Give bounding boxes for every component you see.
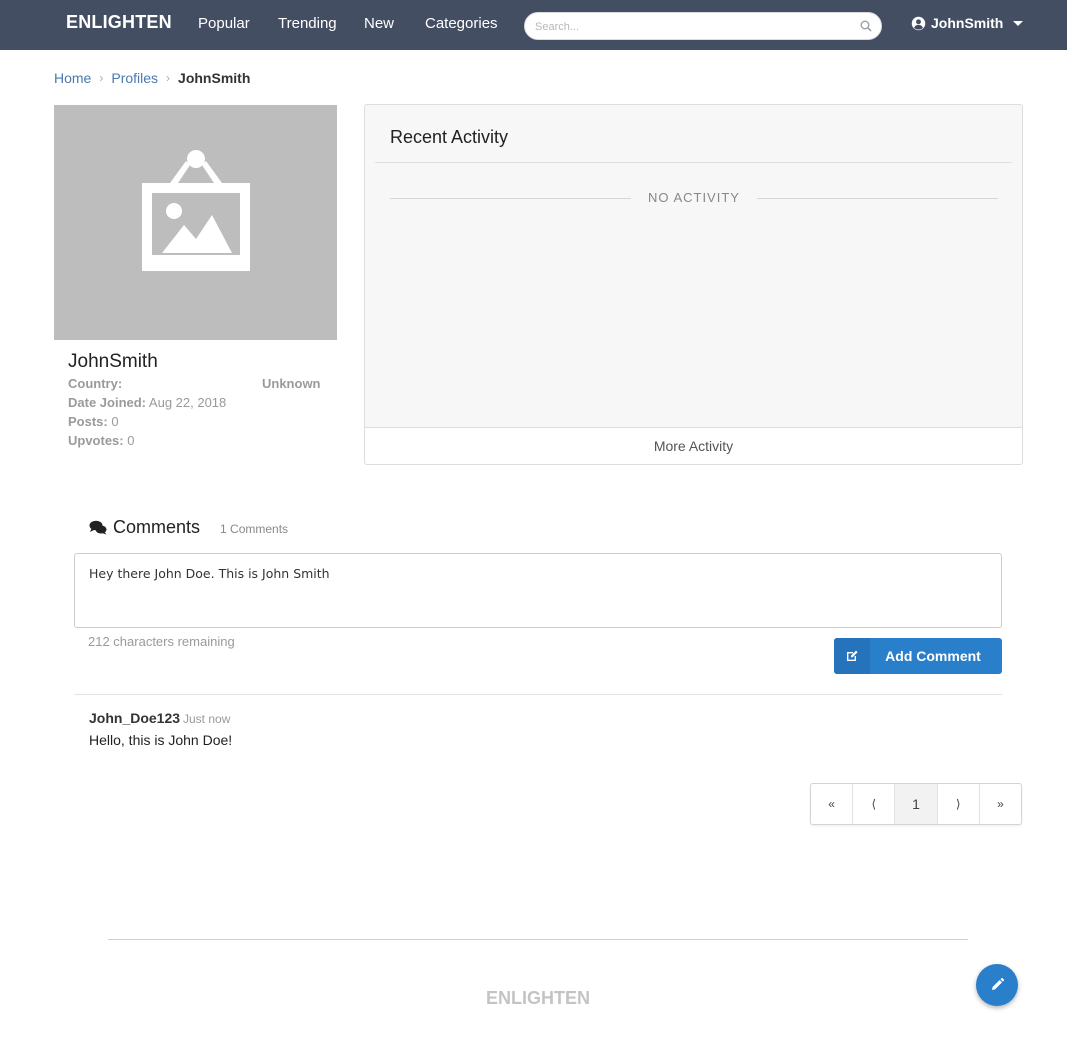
divider: [74, 694, 1002, 695]
nav-trending[interactable]: Trending: [278, 15, 337, 32]
nav-categories[interactable]: Categories: [425, 15, 498, 32]
no-activity-divider: NO ACTIVITY: [390, 190, 998, 206]
comment-time: Just now: [183, 712, 231, 726]
recent-activity-title: Recent Activity: [390, 127, 509, 147]
search-box: [524, 12, 882, 40]
date-joined-value: Aug 22, 2018: [148, 395, 227, 410]
user-menu-name: JohnSmith: [931, 15, 1004, 31]
comments-title: Comments: [113, 517, 201, 537]
profile-posts: Posts: 0: [68, 414, 119, 429]
add-comment-button[interactable]: Add Comment: [834, 638, 1002, 674]
breadcrumb: Home › Profiles › JohnSmith: [54, 70, 250, 86]
divider: [375, 162, 1012, 163]
characters-remaining: 212 characters remaining: [88, 634, 235, 649]
comments-count: 1 Comments: [220, 522, 289, 536]
search-input[interactable]: [535, 18, 855, 35]
posts-label: Posts:: [68, 414, 108, 429]
profile-date-joined: Date Joined: Aug 22, 2018: [68, 395, 226, 410]
breadcrumb-separator-icon: ›: [99, 71, 104, 85]
comments-icon: [89, 520, 107, 535]
upvotes-label: Upvotes:: [68, 433, 124, 448]
profile-upvotes: Upvotes: 0: [68, 433, 134, 448]
pagination-last[interactable]: »: [980, 784, 1021, 824]
search-icon[interactable]: [859, 19, 873, 33]
pagination-first[interactable]: «: [811, 784, 854, 824]
nav-popular[interactable]: Popular: [198, 15, 250, 32]
chevron-down-icon: [1013, 20, 1024, 26]
footer-brand: ENLIGHTEN: [485, 988, 590, 1008]
edit-icon: [834, 638, 870, 674]
date-joined-label: Date Joined:: [68, 395, 147, 410]
upvotes-value: 0: [127, 433, 135, 448]
user-circle-icon: [911, 16, 926, 30]
brand-logo[interactable]: ENLIGHTEN: [66, 12, 172, 33]
avatar: [54, 105, 337, 340]
comments-header: Comments 1 Comments: [89, 517, 288, 538]
more-activity-button[interactable]: More Activity: [365, 427, 1022, 464]
profile-country: Country:: [68, 376, 122, 391]
footer-divider: [108, 939, 968, 940]
recent-activity-panel: Recent Activity NO ACTIVITY More Activit…: [364, 104, 1023, 465]
nav-new[interactable]: New: [364, 15, 394, 32]
pagination-page-1[interactable]: 1: [895, 784, 938, 824]
pencil-icon: [992, 978, 1004, 990]
breadcrumb-separator-icon: ›: [166, 71, 171, 85]
image-placeholder-icon: [142, 150, 250, 271]
create-post-button[interactable]: [976, 964, 1018, 1006]
comment-textarea[interactable]: [89, 566, 979, 616]
breadcrumb-current: JohnSmith: [178, 70, 251, 86]
no-activity-text: NO ACTIVITY: [648, 190, 740, 205]
comment-author[interactable]: John_Doe123: [89, 710, 180, 726]
breadcrumb-home[interactable]: Home: [54, 70, 91, 86]
country-value: Unknown: [262, 376, 321, 391]
posts-value: 0: [111, 414, 119, 429]
top-navbar: ENLIGHTEN Popular Trending New Categorie…: [0, 0, 1067, 50]
comment-input-box: [74, 553, 1002, 628]
pagination: « ⟨ 1 ⟩ »: [810, 783, 1022, 825]
pagination-next[interactable]: ⟩: [938, 784, 980, 824]
user-menu[interactable]: JohnSmith: [911, 13, 1024, 33]
profile-name: JohnSmith: [68, 351, 158, 372]
country-label: Country:: [68, 376, 123, 391]
pagination-prev[interactable]: ⟨: [853, 784, 896, 824]
comment-text: Hello, this is John Doe!: [89, 732, 233, 748]
add-comment-label: Add Comment: [885, 648, 981, 664]
breadcrumb-profiles[interactable]: Profiles: [111, 70, 158, 86]
